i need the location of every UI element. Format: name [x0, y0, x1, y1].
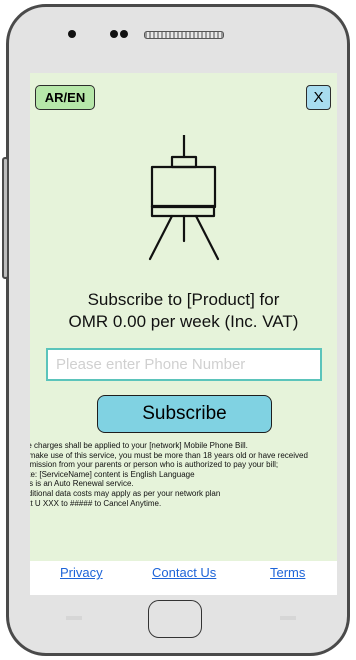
offer-line-2: OMR 0.00 per week (Inc. VAT) — [68, 312, 299, 331]
terms-item: This is an Auto Renewal service. — [30, 479, 336, 489]
back-soft-key[interactable] — [280, 616, 296, 620]
terms-item: The charges shall be applied to your [ne… — [30, 441, 336, 451]
contact-us-link[interactable]: Contact Us — [152, 565, 216, 580]
language-toggle-button[interactable]: AR/EN — [35, 85, 95, 110]
footer-links: Privacy Contact Us Terms — [30, 561, 337, 595]
sensor-dot — [120, 30, 128, 38]
terms-link[interactable]: Terms — [270, 565, 305, 580]
easel-icon — [148, 135, 220, 261]
sensor-dot — [110, 30, 118, 38]
screen: AR/EN X Subscribe to [Product] for OMR 0… — [30, 73, 337, 595]
earpiece-speaker — [144, 31, 224, 39]
side-volume-button — [2, 157, 9, 279]
phone-number-input[interactable] — [46, 348, 322, 381]
subscribe-button[interactable]: Subscribe — [97, 395, 272, 433]
offer-heading: Subscribe to [Product] for OMR 0.00 per … — [30, 289, 337, 333]
terms-list: The charges shall be applied to your [ne… — [30, 441, 336, 508]
terms-item: To make use of this service, you must be… — [30, 451, 336, 470]
menu-soft-key[interactable] — [66, 616, 82, 620]
close-button[interactable]: X — [306, 85, 331, 110]
terms-item: Text U XXX to ##### to Cancel Anytime. — [30, 499, 336, 509]
privacy-link[interactable]: Privacy — [60, 565, 103, 580]
terms-item: Additional data costs may apply as per y… — [30, 489, 336, 499]
offer-line-1: Subscribe to [Product] for — [87, 290, 280, 309]
front-camera — [68, 30, 76, 38]
terms-item: Note: [ServiceName] content is English L… — [30, 470, 336, 480]
home-button[interactable] — [148, 600, 202, 638]
